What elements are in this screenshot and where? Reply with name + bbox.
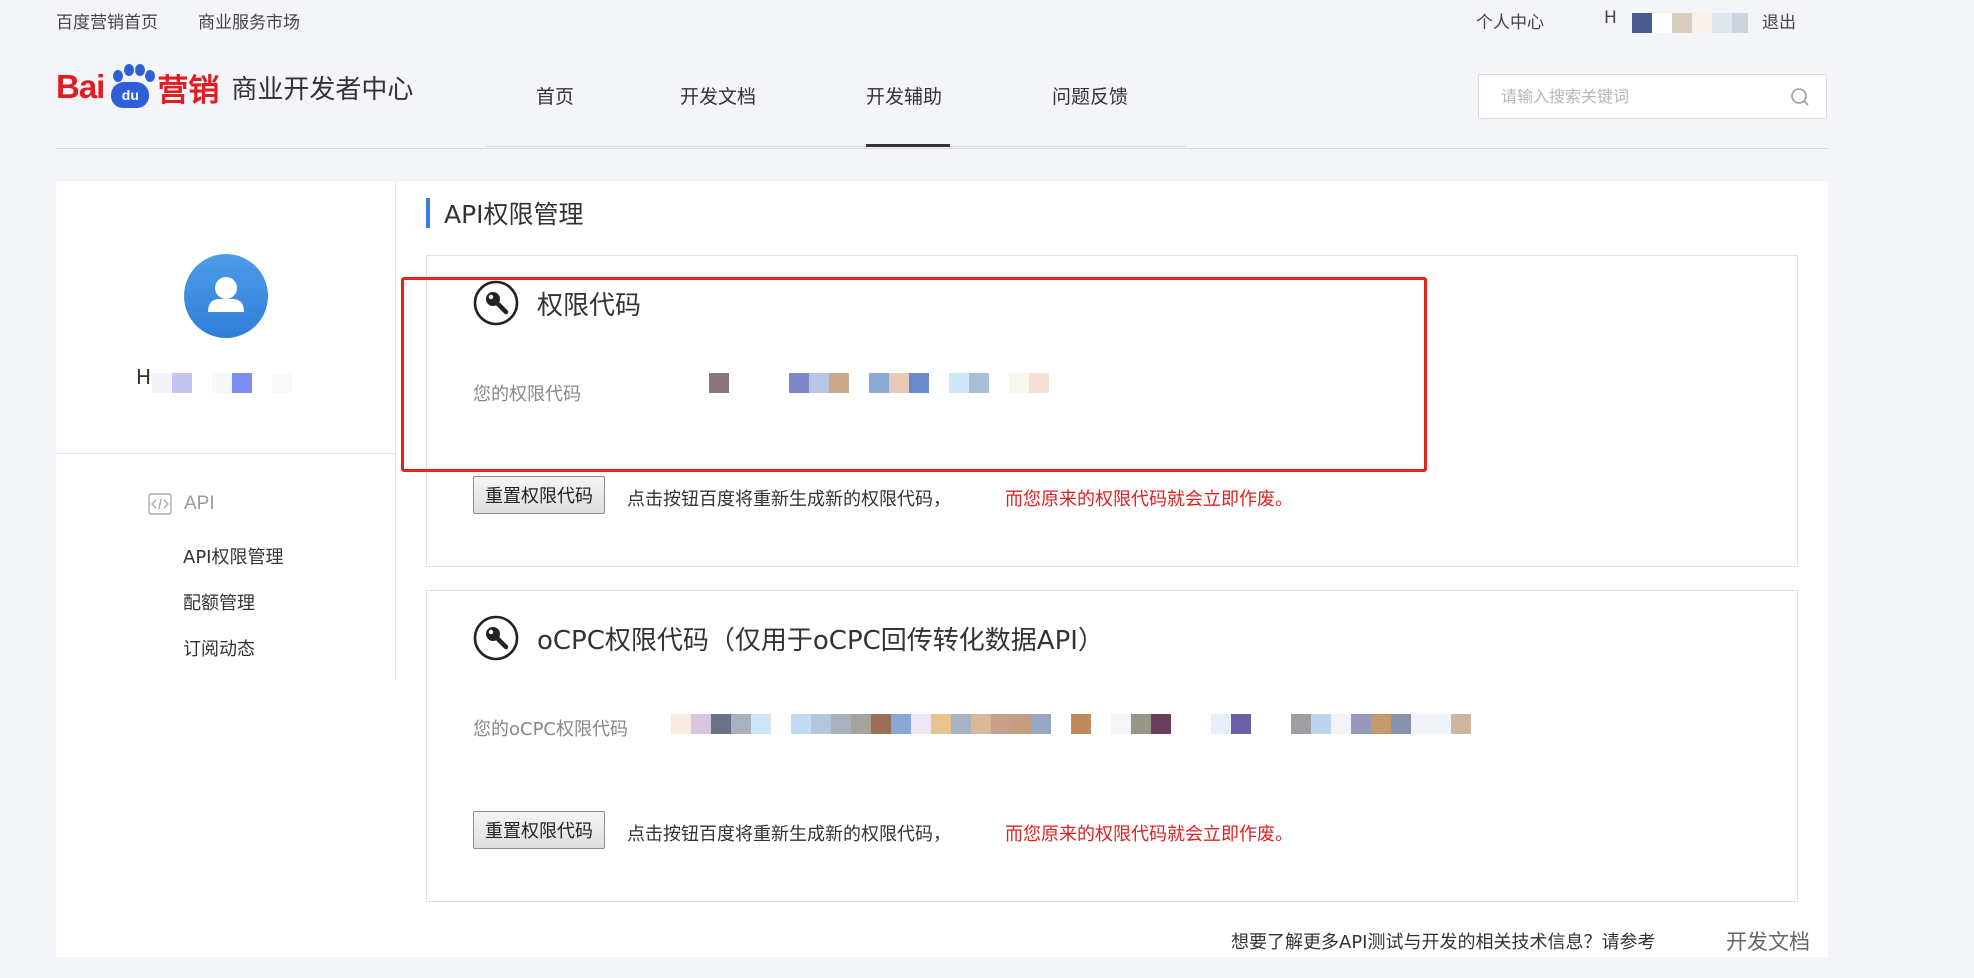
header-divider — [56, 148, 1828, 149]
card-title: 权限代码 — [537, 290, 642, 321]
site-title: 商业开发者中心 — [231, 74, 414, 105]
sidebar-group-label: API — [184, 493, 215, 514]
logo-yingxiao-text: 营销 — [157, 72, 220, 109]
personal-center-link[interactable]: 个人中心 — [1476, 8, 1544, 33]
sidebar: H API API权限管理 配额管理 订阅动态 — [56, 181, 396, 681]
card-header: oCPC权限代码（仅用于oCPC回传转化数据API） — [473, 615, 1104, 661]
reset-permission-code-button[interactable]: 重置权限代码 — [473, 476, 605, 514]
card-title: oCPC权限代码（仅用于oCPC回传转化数据API） — [537, 625, 1104, 656]
search-input[interactable] — [1479, 75, 1779, 118]
footer-note: 想要了解更多API测试与开发的相关技术信息？请参考 — [1231, 932, 1656, 953]
ocpc-code-label: 您的oCPC权限代码 — [473, 719, 629, 740]
avatar — [184, 254, 268, 338]
key-icon — [473, 615, 519, 661]
search-icon[interactable] — [1790, 87, 1810, 107]
redacted-permission-code — [709, 373, 1049, 393]
sidebar-username-initial: H — [136, 365, 152, 389]
site-header: Bai du 营销 商业开发者中心 首页 开发文档 开发辅助 问题反馈 — [0, 44, 1974, 152]
reset-ocpc-code-button[interactable]: 重置权限代码 — [473, 811, 605, 849]
sidebar-item-quota[interactable]: 配额管理 — [183, 589, 255, 615]
sidebar-item-subscription[interactable]: 订阅动态 — [183, 635, 255, 661]
username-initial: H — [1604, 8, 1617, 28]
sidebar-group-api[interactable]: API — [148, 493, 215, 515]
permission-code-card: 权限代码 您的权限代码 重置权限代码 点击按钮百度将重新生成新的权限代码， 而您… — [426, 255, 1798, 567]
sidebar-item-api-permission[interactable]: API权限管理 — [183, 543, 283, 569]
redacted-ocpc-code — [671, 714, 1471, 734]
logout-link[interactable]: 退出 — [1762, 8, 1796, 33]
active-nav-indicator — [866, 144, 950, 147]
card-header: 权限代码 — [473, 280, 641, 326]
logo-du-text: du — [111, 82, 150, 108]
top-utility-bar: 百度营销首页 商业服务市场 个人中心 H 退出 — [0, 0, 1974, 38]
reset-warning-text: 而您原来的权限代码就会立即作废。 — [1005, 489, 1293, 510]
redacted-username — [1632, 13, 1748, 33]
logo-bai-text: Bai — [56, 68, 105, 105]
footer-dev-docs-link[interactable]: 开发文档 — [1726, 926, 1810, 956]
ocpc-permission-code-card: oCPC权限代码（仅用于oCPC回传转化数据API） 您的oCPC权限代码 重置… — [426, 590, 1798, 902]
nav-dev-assist[interactable]: 开发辅助 — [866, 82, 942, 109]
page-title: API权限管理 — [426, 195, 584, 231]
page-title-text: API权限管理 — [444, 200, 584, 229]
code-icon — [148, 493, 172, 515]
permission-code-label: 您的权限代码 — [473, 384, 581, 405]
search-box — [1478, 74, 1827, 119]
reset-hint-text: 点击按钮百度将重新生成新的权限代码， — [627, 824, 951, 845]
sidebar-divider — [56, 453, 396, 454]
nav-feedback[interactable]: 问题反馈 — [1052, 82, 1128, 109]
reset-hint-text: 点击按钮百度将重新生成新的权限代码， — [627, 489, 951, 510]
paw-icon: du — [105, 64, 156, 110]
business-service-market-link[interactable]: 商业服务市场 — [198, 8, 300, 33]
baidu-marketing-home-link[interactable]: 百度营销首页 — [56, 8, 158, 33]
reset-warning-text: 而您原来的权限代码就会立即作废。 — [1005, 824, 1293, 845]
nav-dev-docs[interactable]: 开发文档 — [680, 82, 756, 109]
redacted-sidebar-username — [152, 373, 292, 393]
key-icon — [473, 280, 519, 326]
nav-divider — [486, 146, 1186, 147]
main-panel: H API API权限管理 配额管理 订阅动态 API权限管理 权限代码 您的权… — [56, 181, 1828, 957]
user-icon — [208, 277, 244, 312]
title-accent-bar — [426, 198, 430, 228]
nav-home[interactable]: 首页 — [536, 82, 574, 109]
baidu-marketing-logo[interactable]: Bai du 营销 商业开发者中心 — [56, 64, 413, 110]
